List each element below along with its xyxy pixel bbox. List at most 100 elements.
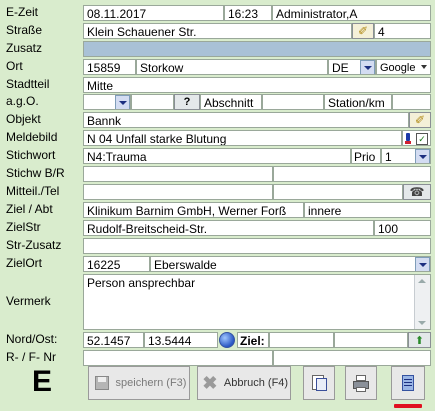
label-stichw-br: Stichw B/R bbox=[6, 166, 65, 180]
active-indicator bbox=[394, 404, 422, 408]
status-letter: E bbox=[32, 365, 53, 398]
zielstr-number-field[interactable]: 100 bbox=[374, 220, 431, 236]
chevron-down-icon bbox=[415, 149, 430, 163]
abteilung-field[interactable]: innere bbox=[304, 202, 431, 218]
label-ago: a.g.O. bbox=[6, 94, 39, 108]
label-stichwort: Stichwort bbox=[6, 148, 56, 162]
ago-help-button[interactable]: ? bbox=[174, 94, 200, 110]
postal-code-field[interactable]: 15859 bbox=[83, 59, 136, 75]
nord-field[interactable]: 52.1457 bbox=[83, 332, 144, 348]
stichw-b-field[interactable] bbox=[83, 166, 273, 182]
label-ezeit: E-Zeit bbox=[6, 5, 39, 19]
label-zusatz: Zusatz bbox=[6, 41, 43, 55]
arrow-up-icon: ⬆ bbox=[414, 334, 425, 347]
abschnitt-label: Abschnitt bbox=[200, 94, 262, 110]
stichw-r-field[interactable] bbox=[273, 166, 431, 182]
save-label: speichern (F3) bbox=[115, 377, 187, 389]
city-field[interactable]: Storkow bbox=[136, 59, 328, 75]
geocode-objekt-button[interactable]: ✐ bbox=[409, 112, 431, 128]
person-base-icon bbox=[405, 141, 411, 144]
floppy-disk-icon bbox=[92, 373, 112, 393]
scroll-up-icon[interactable] bbox=[418, 279, 426, 283]
person-icon bbox=[406, 133, 410, 141]
close-x-icon: ✖ bbox=[202, 373, 218, 393]
ziel-field[interactable]: Klinikum Barnim GmbH, Werner Forß bbox=[83, 202, 304, 218]
country-select[interactable]: DE bbox=[328, 59, 376, 75]
cancel-label: Abbruch (F4) bbox=[223, 377, 289, 389]
scroll-down-icon[interactable] bbox=[418, 321, 426, 325]
r-nr-field[interactable] bbox=[83, 350, 273, 366]
label-ort: Ort bbox=[6, 59, 23, 73]
label-r-f-nr: R- / F- Nr bbox=[6, 350, 56, 364]
map-provider-value: Google bbox=[380, 62, 416, 74]
ost-field[interactable]: 13.5444 bbox=[144, 332, 218, 348]
objekt-field[interactable]: Bannk bbox=[83, 112, 409, 128]
abschnitt-field[interactable] bbox=[262, 94, 324, 110]
label-objekt: Objekt bbox=[6, 112, 41, 126]
prio-select[interactable]: 1 bbox=[381, 148, 431, 164]
caret-down-icon bbox=[421, 65, 427, 69]
zielort-city-value: Eberswalde bbox=[154, 258, 217, 272]
label-mitteil-tel: Mitteil./Tel bbox=[6, 184, 60, 198]
map-provider-select[interactable]: Google bbox=[376, 59, 431, 75]
printer-icon bbox=[351, 373, 371, 393]
ago-select[interactable] bbox=[83, 94, 131, 110]
print-button[interactable] bbox=[345, 366, 377, 400]
label-zielstr: ZielStr bbox=[6, 220, 41, 234]
label-ziel-abt: Ziel / Abt bbox=[6, 202, 53, 216]
label-str-zusatz: Str-Zusatz bbox=[6, 238, 62, 252]
str-zusatz-field[interactable] bbox=[83, 238, 431, 254]
checkbox-checked-icon[interactable]: ✓ bbox=[416, 133, 428, 145]
globe-icon[interactable] bbox=[219, 332, 235, 348]
meldebild-flags: ✓ bbox=[402, 130, 431, 146]
zielort-city-select[interactable]: Eberswalde bbox=[150, 256, 431, 272]
ziel-ost-field[interactable] bbox=[334, 332, 408, 348]
chevron-down-icon bbox=[415, 257, 430, 271]
ziel-nord-field[interactable] bbox=[269, 332, 334, 348]
document-tools-button[interactable] bbox=[303, 366, 335, 400]
pen-search-icon: ✐ bbox=[414, 113, 426, 127]
chevron-down-icon bbox=[360, 60, 375, 74]
chevron-down-icon bbox=[115, 95, 130, 109]
cancel-button[interactable]: ✖ Abbruch (F4) bbox=[197, 366, 291, 400]
phone-button[interactable]: ☎ bbox=[403, 184, 431, 200]
label-nord-ost: Nord/Ost: bbox=[6, 332, 58, 346]
zielort-postal-field[interactable]: 16225 bbox=[83, 256, 150, 272]
station-field[interactable] bbox=[392, 94, 431, 110]
vermerk-scrollbar[interactable] bbox=[414, 275, 430, 329]
prio-label: Prio bbox=[351, 148, 381, 164]
label-strasse: Straße bbox=[6, 23, 43, 37]
date-field[interactable]: 08.11.2017 bbox=[83, 5, 224, 21]
label-zielort: ZielOrt bbox=[6, 256, 42, 270]
vermerk-text: Person ansprechbar bbox=[87, 276, 196, 290]
telefon-field[interactable] bbox=[273, 184, 403, 200]
mitteiler-field[interactable] bbox=[83, 184, 273, 200]
user-field[interactable]: Administrator,A bbox=[272, 5, 431, 21]
pen-search-icon: ✐ bbox=[357, 24, 369, 38]
notes-button[interactable] bbox=[391, 366, 425, 400]
label-stadtteil: Stadtteil bbox=[6, 77, 50, 91]
coord-up-button[interactable]: ⬆ bbox=[408, 332, 431, 348]
meldebild-field[interactable]: N 04 Unfall starke Blutung bbox=[83, 130, 402, 146]
geocode-street-button[interactable]: ✐ bbox=[352, 23, 374, 39]
notepad-icon bbox=[398, 373, 418, 393]
documents-icon bbox=[309, 373, 329, 393]
house-number-field[interactable]: 4 bbox=[374, 23, 431, 39]
label-vermerk: Vermerk bbox=[6, 294, 51, 308]
zusatz-field[interactable] bbox=[83, 41, 431, 57]
station-label: Station/km bbox=[324, 94, 392, 110]
time-field[interactable]: 16:23 bbox=[224, 5, 272, 21]
f-nr-field[interactable] bbox=[273, 350, 431, 366]
ziel-coord-label: Ziel: bbox=[237, 332, 269, 348]
country-value: DE bbox=[332, 61, 349, 75]
ago-extra-field[interactable] bbox=[131, 94, 174, 110]
vermerk-textarea[interactable]: Person ansprechbar bbox=[83, 274, 431, 330]
phone-icon: ☎ bbox=[409, 185, 425, 199]
street-field[interactable]: Klein Schauener Str. bbox=[83, 23, 352, 39]
save-button[interactable]: speichern (F3) bbox=[88, 366, 190, 400]
stichwort-field[interactable]: N4:Trauma bbox=[83, 148, 351, 164]
label-meldebild: Meldebild bbox=[6, 130, 58, 144]
district-field[interactable]: Mitte bbox=[83, 77, 431, 93]
zielstr-field[interactable]: Rudolf-Breitscheid-Str. bbox=[83, 220, 374, 236]
prio-value: 1 bbox=[385, 150, 392, 164]
